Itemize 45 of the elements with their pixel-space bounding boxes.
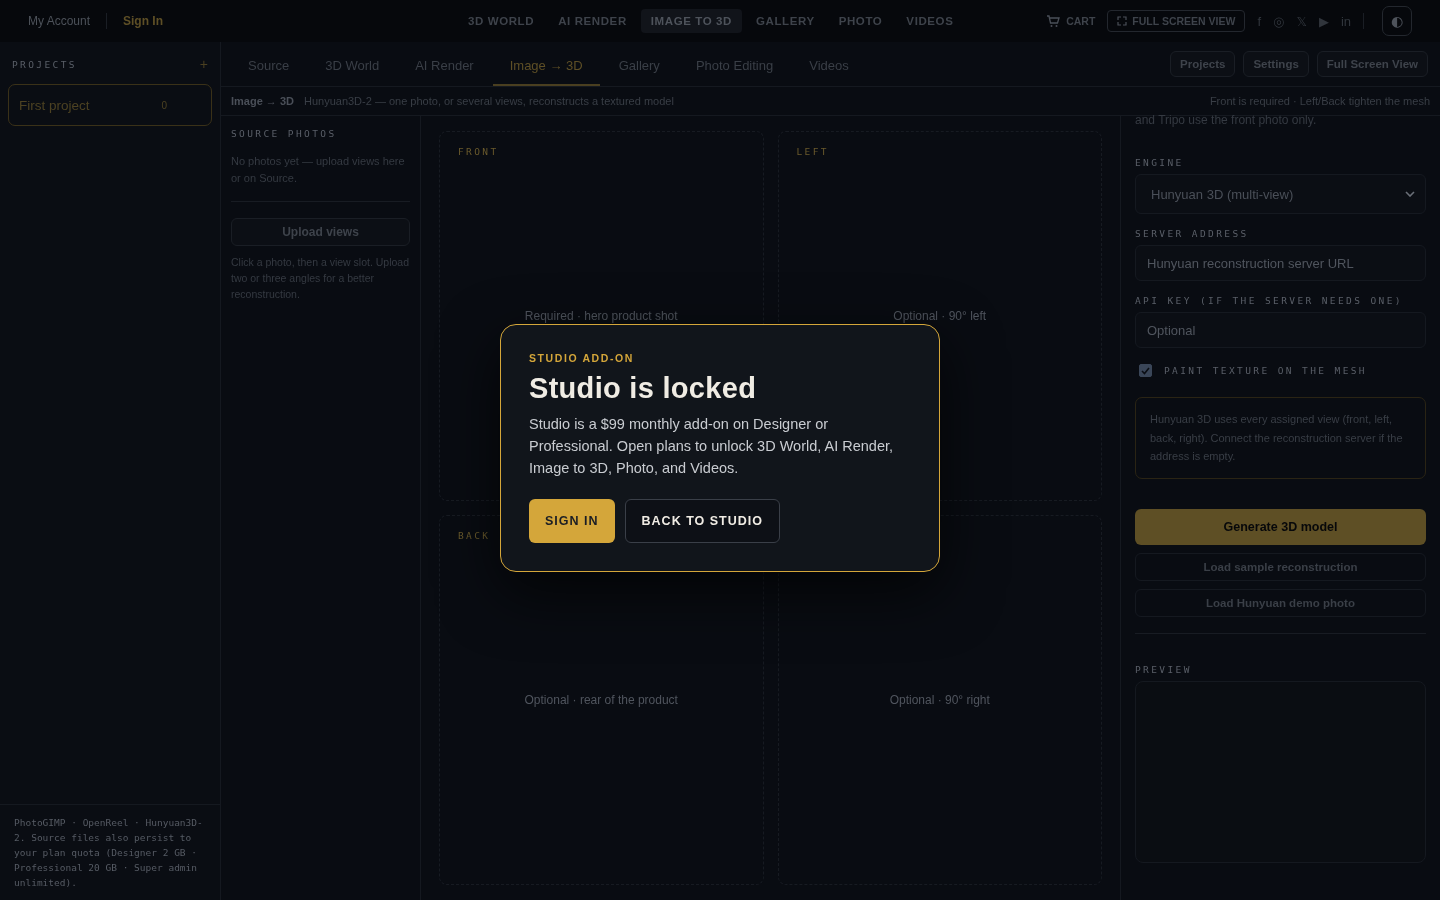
nav-link[interactable]: PHOTO [828, 9, 893, 33]
nav-link[interactable]: 3D WORLD [458, 9, 545, 33]
generate-button[interactable]: Generate 3D model [1135, 508, 1426, 545]
storage-note: PhotoGIMP · OpenReel · Hunyuan3D-2. Source files also persist to your plan quota (Designer 2 GB · Professional 20 GB · Super admin unlimited). [0, 804, 220, 900]
sign-in-button[interactable]: SIGN IN [529, 499, 615, 543]
add-project-button[interactable]: + [199, 56, 208, 72]
full-screen-button[interactable]: FULL SCREEN VIEW [1107, 10, 1246, 32]
nav-link[interactable]: GALLERY [745, 9, 825, 33]
source-heading: SOURCE PHOTOS [231, 128, 338, 139]
section-title: Image → 3D [231, 95, 294, 107]
account-link[interactable]: My Account [28, 14, 91, 28]
back-button[interactable]: BACK TO STUDIO [624, 499, 780, 543]
project-count: 0 [161, 99, 168, 111]
social-link[interactable]: ◎ [1273, 13, 1285, 29]
slot-hint: Required · hero product shot [524, 309, 678, 323]
social-link[interactable]: ▶ [1318, 13, 1329, 29]
field-label: API KEY (IF THE SERVER NEEDS ONE) [1135, 295, 1404, 306]
engine-select[interactable]: Hunyuan 3D (multi-view) [1135, 174, 1426, 214]
slot-label: BACK [458, 530, 491, 541]
preview-heading: PREVIEW [1135, 663, 1193, 675]
checkbox[interactable] [1139, 364, 1152, 377]
nav-link[interactable]: VIDEOS [896, 9, 964, 33]
slot-label: FRONT [458, 146, 499, 157]
expand-icon [1117, 16, 1128, 26]
nav-link[interactable]: IMAGE TO 3D [640, 9, 742, 33]
field-label: SERVER ADDRESS [1135, 228, 1250, 239]
theme-toggle[interactable]: ◐ [1382, 6, 1412, 36]
slot-label: LEFT [796, 146, 829, 157]
api-key-field[interactable]: Optional [1135, 312, 1426, 348]
project-item[interactable]: First project 0 [8, 84, 212, 126]
cart-link[interactable]: CART [1046, 14, 1096, 28]
chevron-icon [1405, 191, 1415, 197]
slot-hint: Optional · 90° right [889, 693, 990, 707]
tab[interactable]: Image → 3D [492, 42, 600, 86]
nav-link[interactable]: AI RENDER [548, 9, 637, 33]
checkbox-label: PAINT TEXTURE ON THE MESH [1164, 365, 1367, 376]
cart-icon [1046, 14, 1061, 28]
dialog-title: Studio is locked [529, 372, 758, 405]
server-field[interactable]: Hunyuan reconstruction server URL [1135, 245, 1426, 281]
slot-hint: Optional · 90° left [893, 309, 987, 323]
dialog-eyebrow: STUDIO ADD-ON [529, 352, 635, 364]
slot-hint: Optional · rear of the product [524, 693, 678, 707]
sign-in-link[interactable]: Sign In [123, 14, 164, 28]
field-label: ENGINE [1135, 157, 1185, 168]
projects-heading: PROJECTS [12, 58, 77, 70]
